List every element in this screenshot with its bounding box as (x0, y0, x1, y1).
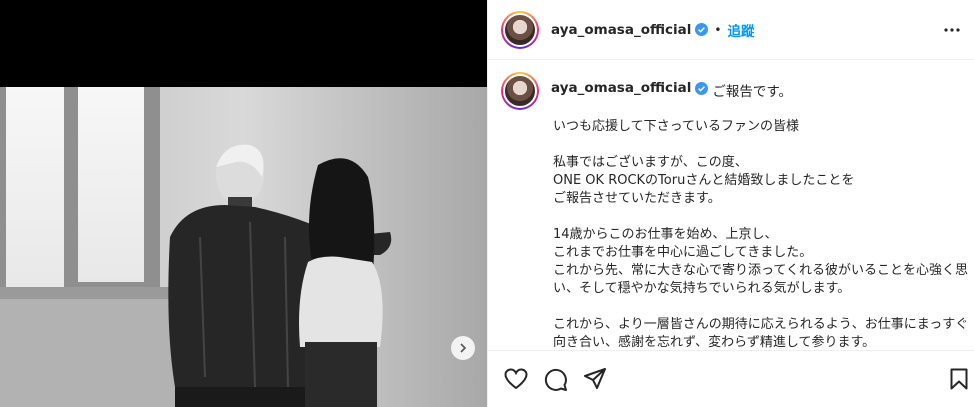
couple-photo-image (0, 87, 487, 407)
caption-first-line: ご報告です。 (712, 84, 793, 100)
comment-icon (544, 368, 567, 391)
comment-button[interactable] (544, 368, 568, 396)
post-photo[interactable] (0, 87, 487, 407)
share-icon (584, 368, 606, 389)
post-media (0, 0, 487, 407)
follow-button[interactable]: 追蹤 (727, 20, 754, 40)
separator-dot: • (714, 22, 722, 37)
like-button[interactable] (504, 368, 528, 394)
caption-text: いつも応援して下さっているファンの皆様 私事ではございますが、この度、 ONE … (553, 119, 969, 350)
action-bar (488, 350, 974, 407)
save-button[interactable] (950, 368, 968, 394)
caption-row: aya_omasa_official ご報告です。 (501, 72, 974, 110)
caption-username[interactable]: aya_omasa_official (551, 80, 691, 96)
verified-badge-icon (695, 23, 709, 36)
avatar[interactable] (501, 10, 539, 49)
next-slide-button[interactable] (451, 336, 475, 360)
chevron-right-icon (460, 343, 467, 353)
bookmark-icon (950, 368, 968, 390)
header-username[interactable]: aya_omasa_official (551, 22, 691, 38)
more-options-icon[interactable] (943, 21, 961, 43)
caption-avatar[interactable] (501, 72, 539, 110)
verified-badge-icon (695, 82, 709, 95)
heart-icon (504, 368, 528, 390)
share-button[interactable] (584, 368, 606, 394)
post-side-panel: aya_omasa_official • 追蹤 aya_omasa_offici… (487, 0, 974, 407)
post-header: aya_omasa_official • 追蹤 (488, 0, 974, 60)
caption-area: aya_omasa_official ご報告です。 いつも応援して下さっているフ… (488, 60, 974, 350)
